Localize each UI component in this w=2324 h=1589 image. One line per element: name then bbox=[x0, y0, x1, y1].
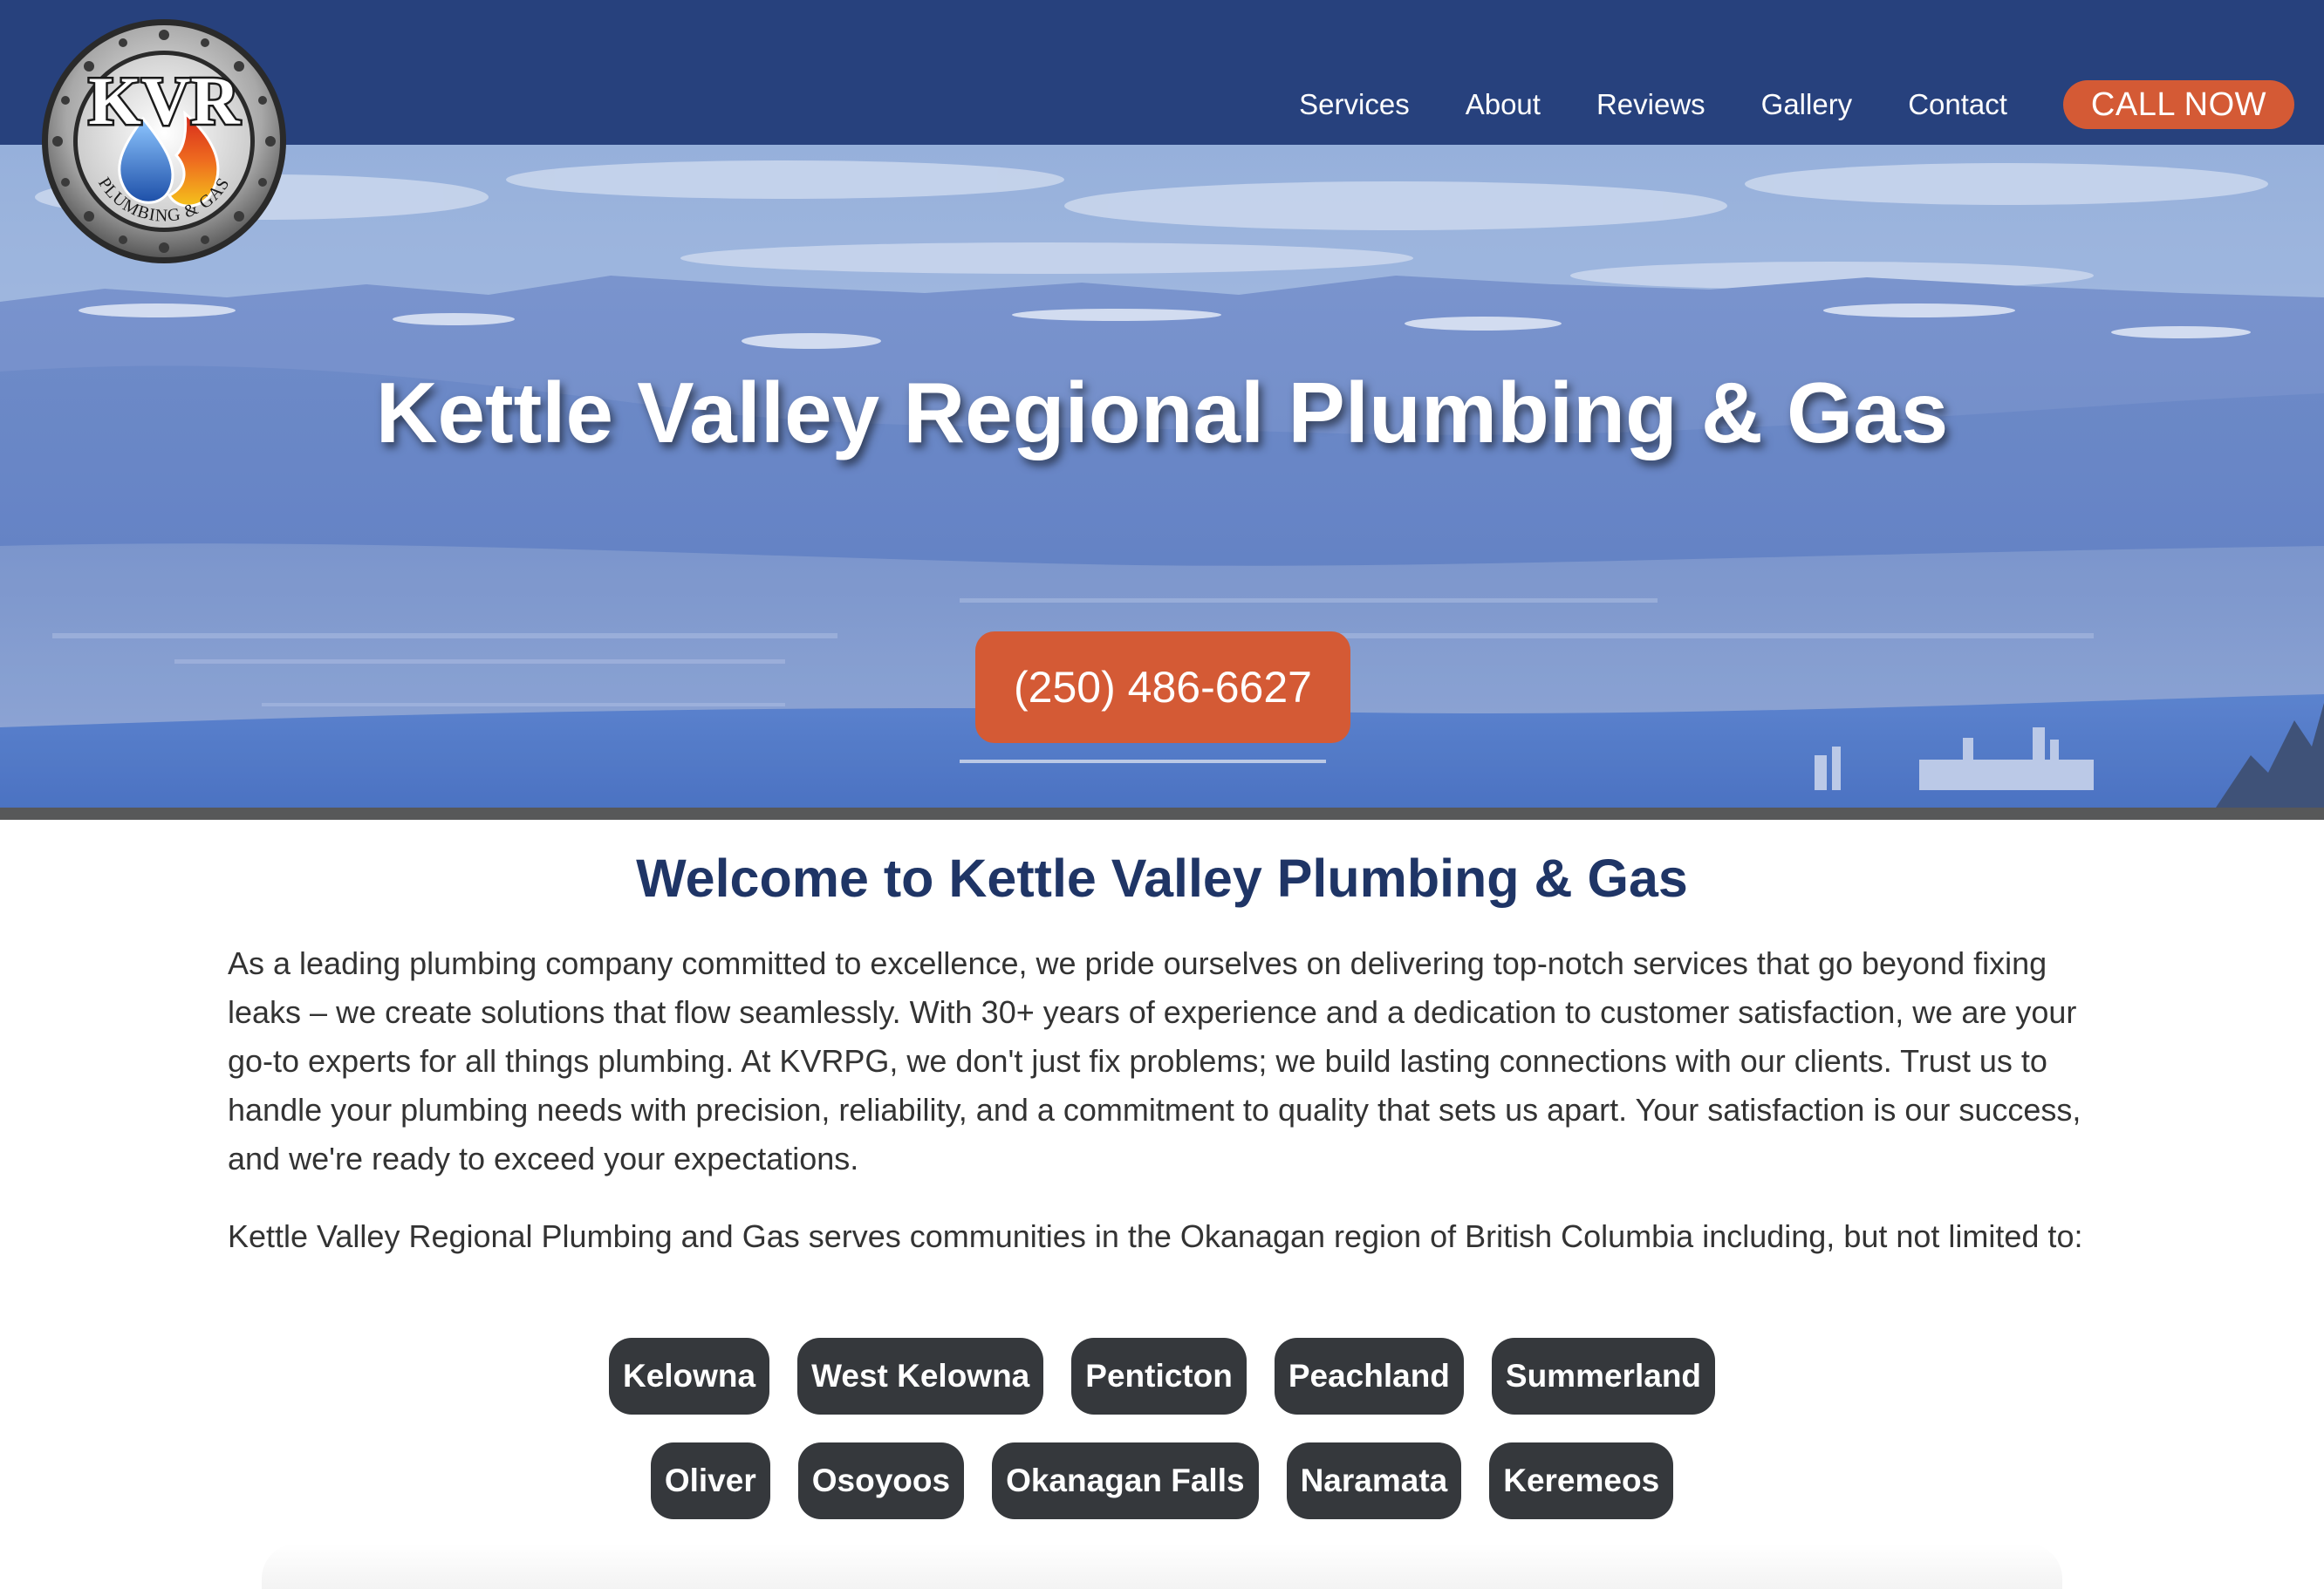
community-pill-summerland: Summerland bbox=[1491, 1338, 1716, 1415]
community-pill-keremeos: Keremeos bbox=[1489, 1442, 1674, 1519]
community-pill-peachland: Peachland bbox=[1274, 1338, 1464, 1415]
community-pill-oliver: Oliver bbox=[650, 1442, 770, 1519]
hero-banner: Kettle Valley Regional Plumbing & Gas (2… bbox=[0, 145, 2324, 808]
hero-phone-button[interactable]: (250) 486-6627 bbox=[975, 631, 1350, 743]
community-pill-west-kelowna: West Kelowna bbox=[797, 1338, 1044, 1415]
community-pill-okanagan-falls: Okanagan Falls bbox=[992, 1442, 1259, 1519]
hero-title: Kettle Valley Regional Plumbing & Gas bbox=[375, 365, 1949, 460]
intro-paragraph: As a leading plumbing company committed … bbox=[228, 945, 2081, 1176]
community-list-row-2: Oliver Osoyoos Okanagan Falls Naramata K… bbox=[0, 1442, 2324, 1519]
community-pill-naramata: Naramata bbox=[1286, 1442, 1462, 1519]
svg-text:KVR: KVR bbox=[88, 63, 241, 139]
community-pill-kelowna: Kelowna bbox=[608, 1338, 770, 1415]
main-nav: Services About Reviews Gallery Contact C… bbox=[1299, 80, 2294, 129]
welcome-heading: Welcome to Kettle Valley Plumbing & Gas bbox=[636, 849, 1688, 908]
nav-link-contact[interactable]: Contact bbox=[1908, 83, 2007, 126]
nav-link-reviews[interactable]: Reviews bbox=[1596, 83, 1705, 126]
community-list-row-1: Kelowna West Kelowna Penticton Peachland… bbox=[0, 1338, 2324, 1415]
community-pill-osoyoos: Osoyoos bbox=[797, 1442, 965, 1519]
nav-link-services[interactable]: Services bbox=[1299, 83, 1410, 126]
next-section-edge bbox=[262, 1544, 2062, 1589]
top-navbar: Services About Reviews Gallery Contact C… bbox=[0, 0, 2324, 145]
service-area-paragraph: Kettle Valley Regional Plumbing and Gas … bbox=[228, 1218, 2083, 1254]
nav-link-gallery[interactable]: Gallery bbox=[1761, 83, 1853, 126]
logo-badge-icon: KVR PLUMBING & GAS bbox=[42, 19, 286, 263]
call-now-button[interactable]: CALL NOW bbox=[2062, 80, 2294, 129]
community-pill-penticton: Penticton bbox=[1071, 1338, 1247, 1415]
nav-link-about[interactable]: About bbox=[1466, 83, 1541, 126]
kvr-logo[interactable]: KVR PLUMBING & GAS bbox=[38, 16, 290, 267]
hero-divider bbox=[0, 808, 2324, 820]
